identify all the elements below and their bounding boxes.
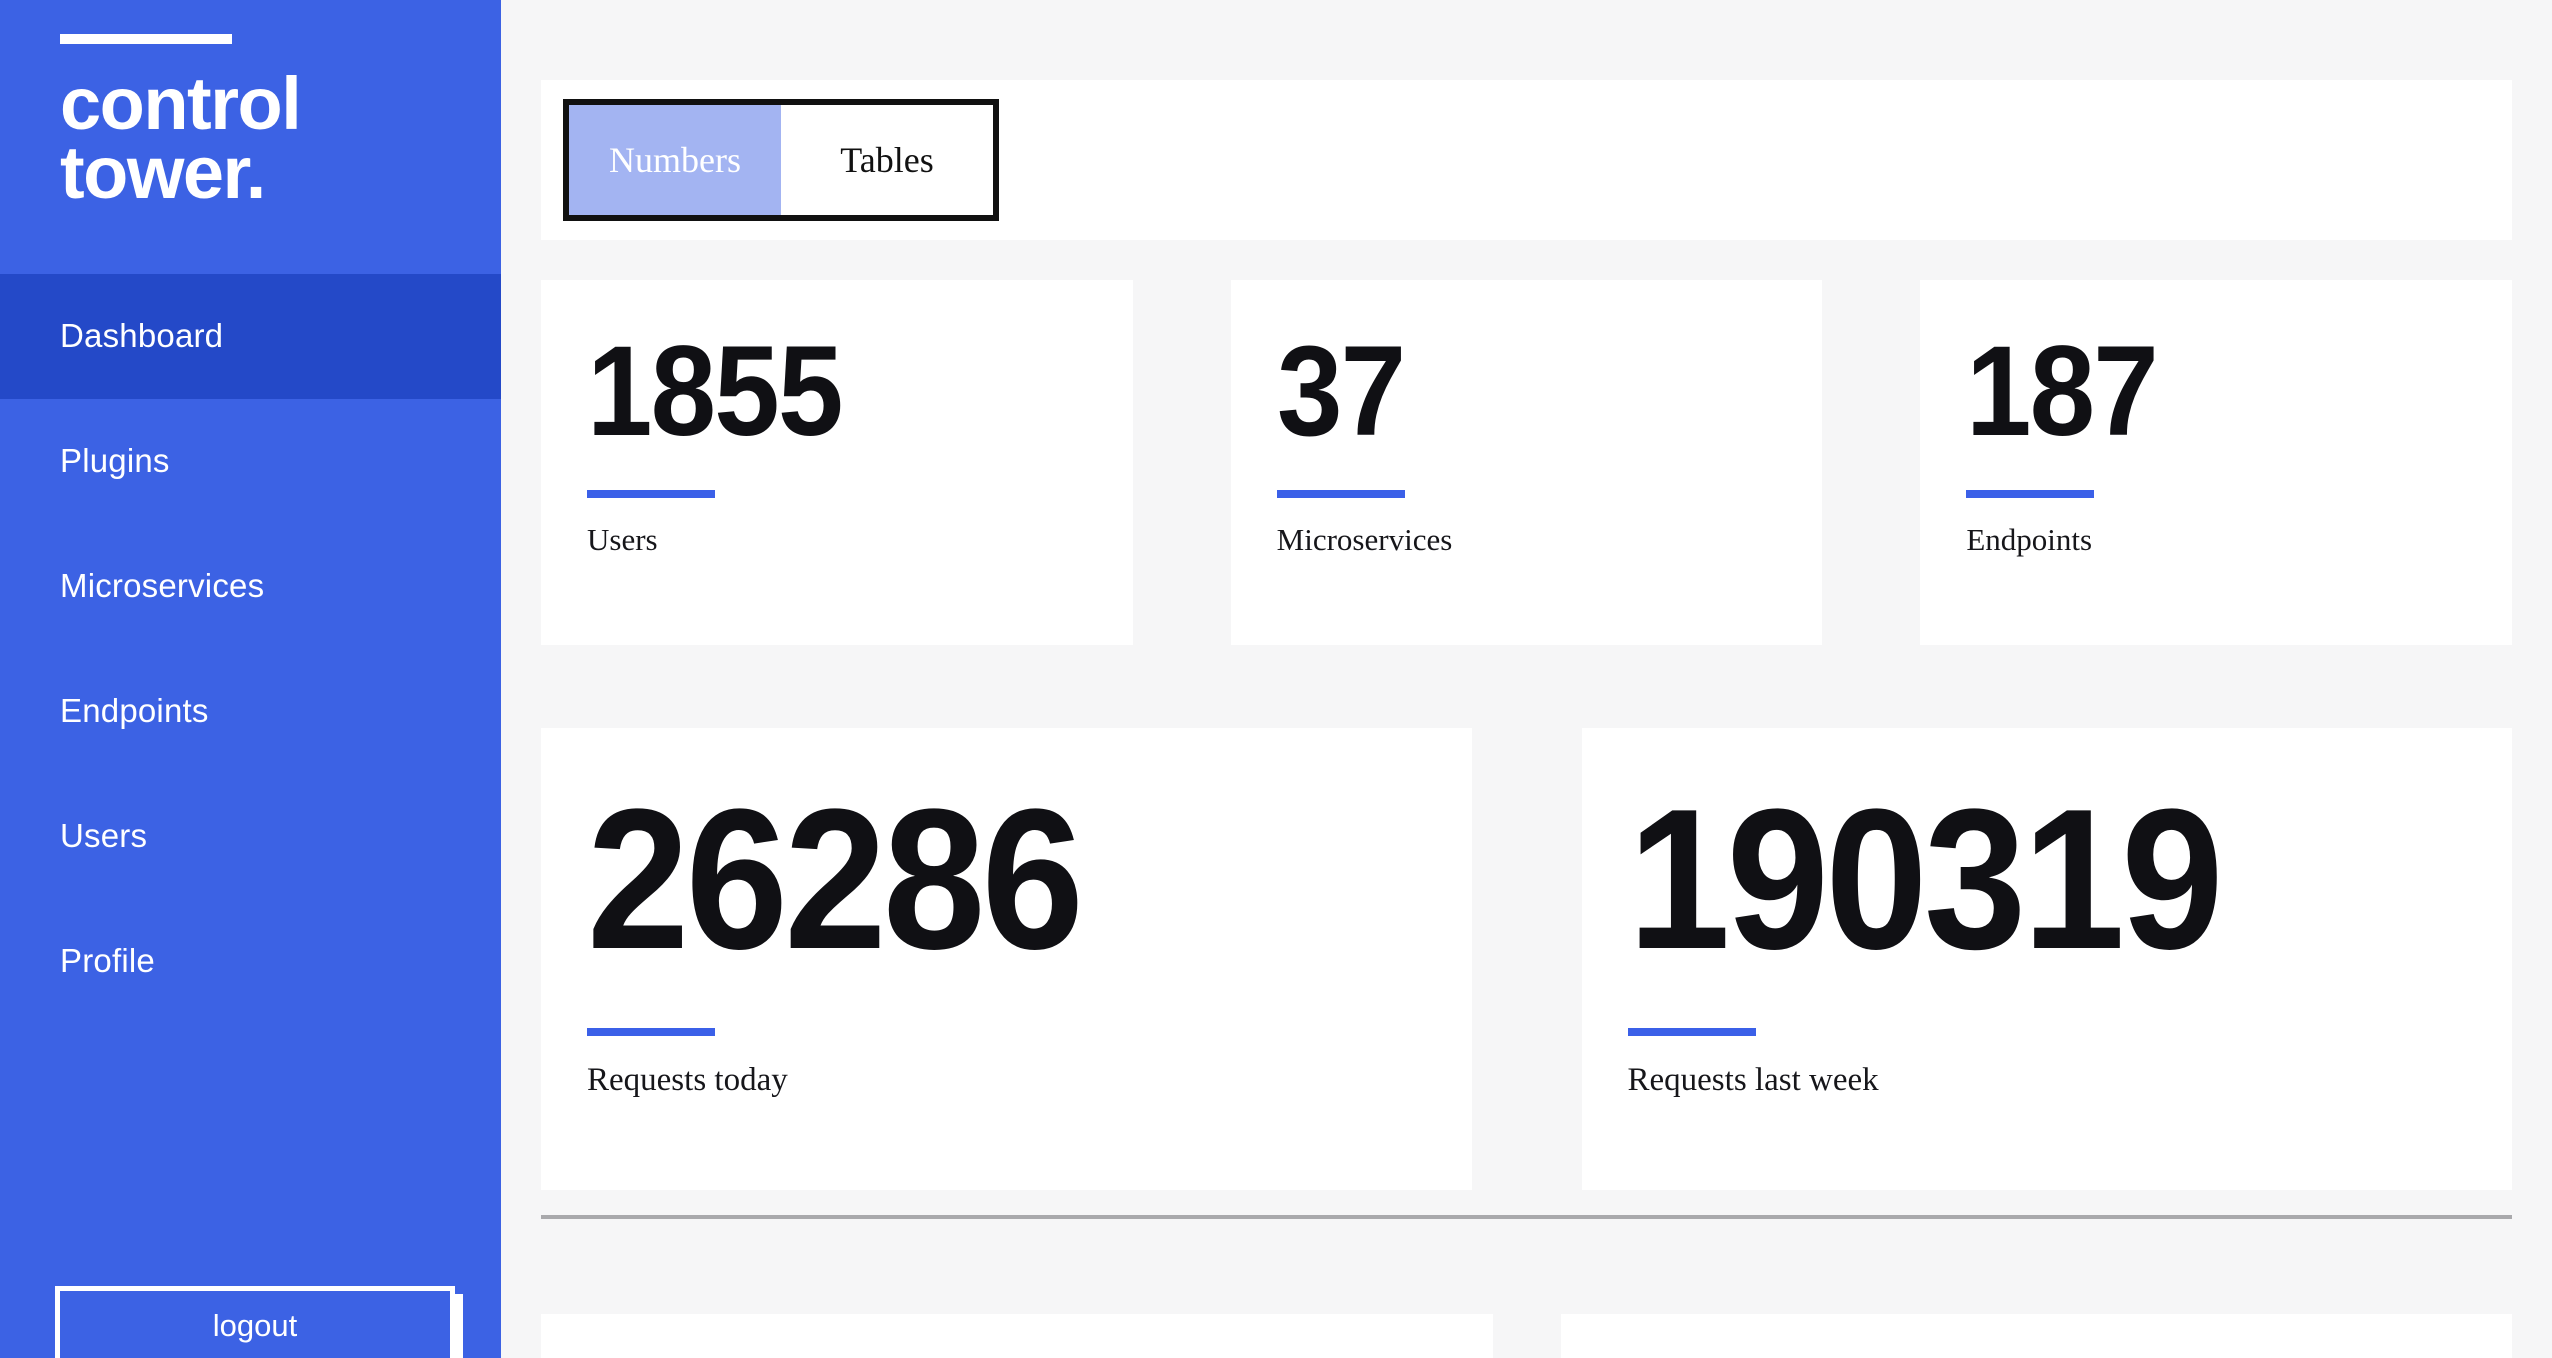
sidebar-item-label: Profile <box>60 942 155 980</box>
stat-label: Endpoints <box>1966 522 2093 557</box>
tab-bar: Numbers Tables <box>541 80 2512 240</box>
stats-row-secondary: 26286 Requests today 190319 Requests las… <box>541 728 2512 1190</box>
brand-title: control tower. <box>60 62 302 214</box>
brand: control tower. <box>0 0 501 214</box>
logout-container: logout <box>55 1286 455 1358</box>
stat-accent-rule <box>587 490 715 498</box>
stats-row-primary: 1855 Users 37 Microservices 187 Endpoint… <box>541 280 2513 645</box>
tab-toggle-group: Numbers Tables <box>563 99 999 221</box>
sidebar-item-label: Dashboard <box>60 317 224 355</box>
main-content: Numbers Tables 1855 Users 37 Microservic… <box>501 0 2552 1358</box>
stat-value: 187 <box>1966 320 2159 463</box>
stat-card-users: 1855 Users <box>541 280 1133 645</box>
stat-card-partial-right <box>1560 1314 2512 1358</box>
sidebar-item-label: Microservices <box>60 567 265 605</box>
sidebar-item-profile[interactable]: Profile <box>0 899 501 1024</box>
stat-card-endpoints: 187 Endpoints <box>1920 280 2513 645</box>
section-divider <box>541 1215 2512 1219</box>
stat-card-requests-today: 26286 Requests today <box>541 728 1472 1190</box>
stat-value: 190319 <box>1627 768 2224 991</box>
stat-card-requests-last-week: 190319 Requests last week <box>1581 728 2512 1190</box>
sidebar-item-label: Plugins <box>60 442 170 480</box>
stat-accent-rule <box>587 1028 715 1036</box>
stat-card-microservices: 37 Microservices <box>1230 280 1823 645</box>
app-root: control tower. Dashboard Plugins Microse… <box>0 0 2552 1358</box>
sidebar-item-users[interactable]: Users <box>0 774 501 899</box>
stat-value: 37 <box>1276 320 1406 463</box>
brand-rule-decoration <box>60 34 232 44</box>
stat-value: 1855 <box>587 320 843 463</box>
stat-accent-rule <box>1627 1028 1756 1036</box>
sidebar-item-plugins[interactable]: Plugins <box>0 399 501 524</box>
tab-tables[interactable]: Tables <box>781 105 993 215</box>
sidebar-item-dashboard[interactable]: Dashboard <box>0 273 501 399</box>
stat-card-partial-left <box>541 1314 1493 1358</box>
sidebar-item-label: Users <box>60 817 148 855</box>
stat-label: Microservices <box>1276 522 1453 557</box>
stat-value: 26286 <box>587 768 1084 991</box>
logout-button[interactable]: logout <box>55 1286 455 1358</box>
stat-accent-rule <box>1276 490 1405 498</box>
sidebar-item-endpoints[interactable]: Endpoints <box>0 649 501 774</box>
sidebar-item-microservices[interactable]: Microservices <box>0 524 501 649</box>
sidebar: control tower. Dashboard Plugins Microse… <box>0 0 501 1358</box>
stat-label: Users <box>587 522 658 557</box>
stats-row-tertiary <box>541 1314 2512 1358</box>
sidebar-nav: Dashboard Plugins Microservices Endpoint… <box>0 273 501 1024</box>
stat-label: Requests last week <box>1627 1062 1879 1098</box>
tab-numbers[interactable]: Numbers <box>569 105 781 215</box>
sidebar-item-label: Endpoints <box>60 692 209 730</box>
stat-label: Requests today <box>587 1062 788 1098</box>
stat-accent-rule <box>1966 490 2095 498</box>
